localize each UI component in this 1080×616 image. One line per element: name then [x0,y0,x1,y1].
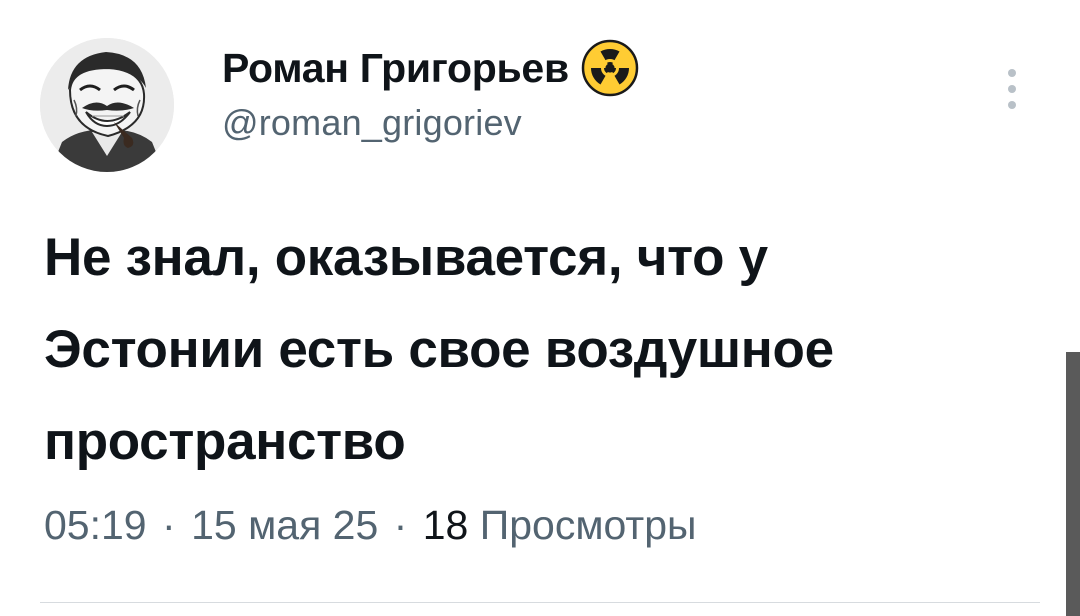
avatar-image [40,38,174,172]
views-label[interactable]: Просмотры [480,502,697,548]
author-block: Роман Григорьев @roman_grigoriev [222,39,639,144]
meta-separator: · [393,502,408,548]
views-count[interactable]: 18 [423,502,469,548]
display-name[interactable]: Роман Григорьев [222,45,569,92]
tweet-text-line: Эстонии есть свое воздушное [44,320,834,379]
tweet-date[interactable]: 15 мая 25 [191,502,378,548]
user-handle[interactable]: @roman_grigoriev [222,102,639,144]
meta-separator: · [162,502,176,548]
tweet-meta: 05:19 · 15 мая 25 · 18 Просмотры [44,502,696,549]
tweet-text: Не знал, оказывается, что у Эстонии есть… [44,212,1044,488]
tweet-text-line: пространство [44,412,406,471]
more-vertical-icon[interactable] [1000,66,1024,112]
radioactive-icon [581,39,639,97]
tweet-text-line: Не знал, оказывается, что у [44,228,768,287]
scrollbar[interactable] [1066,352,1080,616]
divider [40,602,1040,603]
avatar[interactable] [40,38,174,172]
display-name-row: Роман Григорьев [222,39,639,97]
tweet-card: Роман Григорьев @roman_grigoriev Не знал… [0,0,1080,616]
tweet-time[interactable]: 05:19 [44,502,147,548]
